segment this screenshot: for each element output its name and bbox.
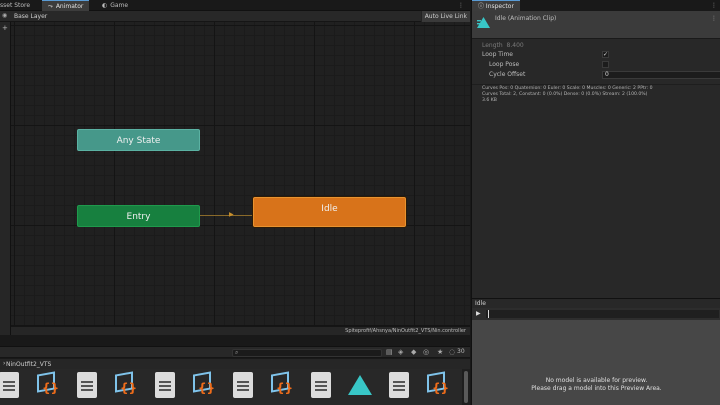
favorite-icon[interactable]: ◎ xyxy=(423,348,429,356)
type-filter-icon[interactable]: ◈ xyxy=(398,348,403,356)
script-cube-icon: {} xyxy=(424,371,450,399)
document-icon xyxy=(77,372,97,398)
asset-file[interactable] xyxy=(385,371,413,401)
preview-area[interactable]: No model is available for preview. Pleas… xyxy=(471,320,720,405)
animator-toolbar: ◉ Base Layer Auto Live Link xyxy=(0,11,470,22)
inspector-tab-bar: ⓘ Inspector ⋮ xyxy=(472,0,720,11)
layer-breadcrumb[interactable]: Base Layer xyxy=(14,11,47,22)
clip-header: Idle (Animation Clip) ⋮ xyxy=(472,11,720,39)
eye-icon[interactable]: ◉ xyxy=(2,12,7,19)
preview-header[interactable]: Idle xyxy=(471,298,720,308)
loop-pose-checkbox[interactable] xyxy=(602,61,609,68)
folder-breadcrumb: › NinOutfit2_VTS xyxy=(0,359,470,369)
filter-icon[interactable]: ▤ xyxy=(386,348,393,356)
loop-time-checkbox[interactable]: ✓ xyxy=(602,51,609,58)
preview-message: No model is available for preview. Pleas… xyxy=(531,377,662,392)
asset-prefab[interactable]: {} xyxy=(112,371,140,401)
loop-time-label: Loop Time xyxy=(482,51,513,58)
transition-arrow-icon: ▶ xyxy=(229,211,234,218)
script-cube-icon: {} xyxy=(190,371,216,399)
cycle-offset-field[interactable]: 0 xyxy=(602,71,720,79)
inspector-menu-icon[interactable]: ⋮ xyxy=(711,0,717,11)
script-cube-icon: {} xyxy=(34,371,60,399)
asset-file[interactable] xyxy=(151,371,179,401)
animation-clip-icon xyxy=(477,17,490,28)
layers-panel: + xyxy=(0,22,11,335)
curve-stats: Curves Pos: 0 Quaternion: 0 Euler: 0 Sca… xyxy=(482,86,653,103)
tab-asset-store[interactable]: sset Store xyxy=(0,0,36,11)
clip-title: Idle (Animation Clip) xyxy=(495,15,557,22)
length-row: Length 8.400 xyxy=(482,42,524,49)
asset-file[interactable] xyxy=(73,371,101,401)
header-menu-icon[interactable]: ⋮ xyxy=(711,15,717,22)
asset-file[interactable] xyxy=(229,371,257,401)
asset-file[interactable] xyxy=(307,371,335,401)
state-idle[interactable]: Idle xyxy=(253,197,406,227)
asset-prefab[interactable]: {} xyxy=(424,371,452,401)
asset-scrollbar[interactable] xyxy=(462,369,470,405)
asset-prefab[interactable]: {} xyxy=(34,371,62,401)
star-icon[interactable]: ★ xyxy=(437,348,443,356)
controller-path: Spiteprofif/Ahsnya/NinOutfit2_VTS/Nin.co… xyxy=(345,328,466,334)
editor-tab-bar: sset Store ⤳ Animator ◐ Game ⋮ xyxy=(0,0,470,11)
folder-name[interactable]: › NinOutfit2_VTS xyxy=(3,360,51,368)
label-filter-icon[interactable]: ◆ xyxy=(411,348,416,356)
document-icon xyxy=(155,372,175,398)
document-icon xyxy=(233,372,253,398)
asset-prefab[interactable]: {} xyxy=(190,371,218,401)
asset-grid: {} {} {} {} {} xyxy=(0,369,470,405)
document-icon xyxy=(0,372,19,398)
search-icon: ⌕ xyxy=(235,349,239,356)
state-machine-graph[interactable]: ▶ Any State Entry Idle xyxy=(11,22,470,335)
eye-hidden-icon[interactable]: ◌ xyxy=(449,348,455,356)
state-entry[interactable]: Entry xyxy=(77,205,200,227)
document-icon xyxy=(389,372,409,398)
loop-pose-label: Loop Pose xyxy=(489,61,520,68)
asset-anim-clip[interactable] xyxy=(346,371,374,401)
project-toolbar: ⌕ ▤ ◈ ◆ ◎ ★ ◌ 30 xyxy=(0,346,470,358)
cycle-offset-label: Cycle Offset xyxy=(489,71,526,78)
project-search-input[interactable]: ⌕ xyxy=(232,349,382,357)
add-layer-icon[interactable]: + xyxy=(2,24,8,32)
state-any-state[interactable]: Any State xyxy=(77,129,200,151)
preview-controls: ▶ xyxy=(471,308,720,320)
tab-game[interactable]: ◐ Game xyxy=(96,0,134,11)
controller-path-bar: Spiteprofif/Ahsnya/NinOutfit2_VTS/Nin.co… xyxy=(11,326,470,335)
asset-file[interactable] xyxy=(0,371,23,401)
preview-timeline[interactable] xyxy=(486,310,719,318)
play-button[interactable]: ▶ xyxy=(476,310,481,317)
zoom-value: 30 xyxy=(457,348,465,355)
tab-inspector[interactable]: ⓘ Inspector xyxy=(472,0,520,11)
timeline-cursor[interactable] xyxy=(488,310,489,318)
tab-menu-icon[interactable]: ⋮ xyxy=(458,0,464,11)
panel-divider xyxy=(0,335,470,346)
document-icon xyxy=(311,372,331,398)
asset-prefab[interactable]: {} xyxy=(268,371,296,401)
script-cube-icon: {} xyxy=(112,371,138,399)
transition-line[interactable] xyxy=(200,215,253,216)
game-icon: ◐ xyxy=(102,2,108,9)
divider xyxy=(472,84,720,85)
animation-clip-icon xyxy=(348,375,372,395)
script-cube-icon: {} xyxy=(268,371,294,399)
scrollbar-thumb[interactable] xyxy=(464,371,468,403)
auto-live-link-button[interactable]: Auto Live Link xyxy=(420,11,470,22)
inspector-panel: ⓘ Inspector ⋮ Idle (Animation Clip) ⋮ Le… xyxy=(471,0,720,298)
tab-animator[interactable]: ⤳ Animator xyxy=(42,0,90,11)
